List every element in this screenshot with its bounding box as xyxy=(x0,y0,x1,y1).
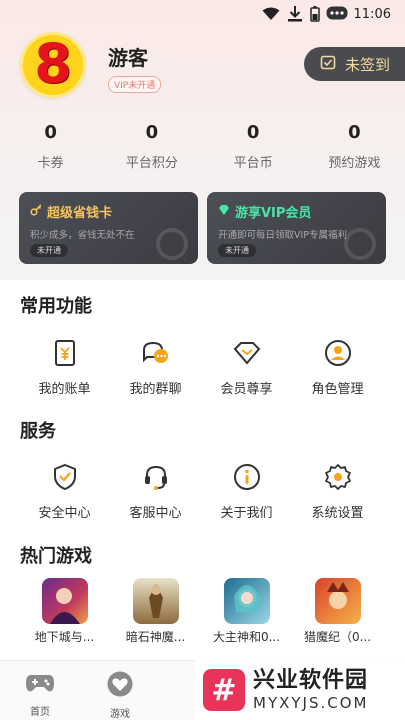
vip-status-badge: VIP未开通 xyxy=(108,76,162,93)
stat-value: 0 xyxy=(44,122,57,143)
menu-item-bill[interactable]: 我的账单 xyxy=(19,338,110,397)
nav-games[interactable]: 游戏 xyxy=(80,661,160,720)
stat-label: 卡券 xyxy=(37,156,64,171)
watermark: # 兴业软件园 MYXYJS.COM xyxy=(195,660,405,720)
info-icon xyxy=(232,462,262,492)
vip-card-status: 未开通 xyxy=(218,244,256,257)
gear-icon xyxy=(323,462,353,492)
saver-card[interactable]: 超级省钱卡 积少成多，省钱无处不在 未开通 xyxy=(19,192,198,264)
stat-label: 平台币 xyxy=(233,156,273,171)
menu-item-label: 我的账单 xyxy=(38,382,91,397)
card-decoration xyxy=(344,228,376,260)
game-thumbnail xyxy=(223,578,270,624)
section-title-services: 服务 xyxy=(20,421,56,442)
vip-diamond-icon xyxy=(218,204,230,220)
card-decoration xyxy=(156,228,188,260)
heart-icon xyxy=(105,671,135,701)
game-thumbnail xyxy=(132,578,179,624)
section-title-common: 常用功能 xyxy=(20,296,92,317)
services-grid: 安全中心 客服中心 关于我们 系统设置 xyxy=(0,462,405,521)
menu-item-label: 会员尊享 xyxy=(220,382,273,397)
bill-icon xyxy=(50,338,80,368)
stat-label: 预约游戏 xyxy=(328,156,381,171)
download-icon xyxy=(286,5,304,23)
key-icon xyxy=(30,203,42,220)
menu-item-label: 关于我们 xyxy=(220,506,273,521)
game-thumbnail xyxy=(41,578,88,624)
battery-icon xyxy=(309,6,320,22)
menu-item-role-management[interactable]: 角色管理 xyxy=(292,338,383,397)
vip-card-title: 游享VIP会员 xyxy=(235,206,312,221)
stat-reserved-games[interactable]: 0 预约游戏 xyxy=(304,122,405,172)
stats-row: 0 卡券 0 平台积分 0 平台币 0 预约游戏 xyxy=(0,122,405,172)
nav-label: 首页 xyxy=(30,707,50,718)
menu-item-about[interactable]: 关于我们 xyxy=(201,462,292,521)
menu-item-settings[interactable]: 系统设置 xyxy=(292,462,383,521)
game-thumbnail xyxy=(314,578,361,624)
status-time: 11:06 xyxy=(353,6,391,22)
nav-label: 游戏 xyxy=(110,709,130,720)
gamepad-icon xyxy=(25,671,55,699)
game-item[interactable]: 猎魔纪（0... xyxy=(292,578,383,643)
menu-item-label: 角色管理 xyxy=(311,382,364,397)
stat-points[interactable]: 0 平台积分 xyxy=(101,122,202,172)
stat-value: 0 xyxy=(348,122,361,143)
message-icon xyxy=(326,6,348,22)
headset-icon xyxy=(141,462,171,492)
menu-item-group-chat[interactable]: 我的群聊 xyxy=(110,338,201,397)
stat-label: 平台积分 xyxy=(125,156,178,171)
status-bar: 11:06 xyxy=(0,0,405,28)
signin-button[interactable]: 未签到 xyxy=(304,47,405,81)
game-name: 暗石神魔... xyxy=(125,631,186,643)
game-item[interactable]: 地下城与... xyxy=(19,578,110,643)
diamond-icon xyxy=(232,338,262,368)
avatar[interactable]: 8 xyxy=(20,32,86,98)
game-name: 猎魔纪（0... xyxy=(303,631,372,643)
username[interactable]: 游客 xyxy=(108,42,148,71)
game-item[interactable]: 暗石神魔... xyxy=(110,578,201,643)
watermark-title: 兴业软件园 xyxy=(253,668,369,693)
nav-home[interactable]: 首页 xyxy=(0,661,80,720)
stat-coupons[interactable]: 0 卡券 xyxy=(0,122,101,172)
calendar-check-icon xyxy=(320,54,336,74)
menu-item-label: 我的群聊 xyxy=(129,382,182,397)
menu-item-label: 系统设置 xyxy=(311,506,364,521)
watermark-url: MYXYJS.COM xyxy=(253,694,369,712)
menu-item-label: 安全中心 xyxy=(38,506,91,521)
shield-icon xyxy=(50,462,80,492)
saver-card-status: 未开通 xyxy=(30,244,68,257)
menu-item-customer-service[interactable]: 客服中心 xyxy=(110,462,201,521)
vip-card[interactable]: 游享VIP会员 开通即可每日领取VIP专属福利 未开通 xyxy=(207,192,386,264)
stat-value: 0 xyxy=(246,122,260,143)
game-name: 大主神和0... xyxy=(212,631,281,643)
stat-coins[interactable]: 0 平台币 xyxy=(203,122,304,172)
wifi-icon xyxy=(262,7,280,21)
watermark-logo: # xyxy=(203,669,245,711)
game-item[interactable]: 大主神和0... xyxy=(201,578,292,643)
avatar-number: 8 xyxy=(34,32,72,95)
menu-item-label: 客服中心 xyxy=(129,506,182,521)
section-title-hot-games: 热门游戏 xyxy=(20,546,92,567)
menu-item-vip-benefits[interactable]: 会员尊享 xyxy=(201,338,292,397)
game-name: 地下城与... xyxy=(34,631,95,643)
stat-value: 0 xyxy=(145,122,159,143)
hot-games-list: 地下城与... 暗石神魔... 大主神和0... 猎魔纪（0... xyxy=(0,578,405,643)
group-chat-icon xyxy=(141,338,171,368)
user-icon xyxy=(323,338,353,368)
common-functions-grid: 我的账单 我的群聊 会员尊享 角色管理 xyxy=(0,338,405,397)
saver-card-title: 超级省钱卡 xyxy=(47,206,113,221)
menu-item-security[interactable]: 安全中心 xyxy=(19,462,110,521)
signin-label: 未签到 xyxy=(345,55,391,74)
